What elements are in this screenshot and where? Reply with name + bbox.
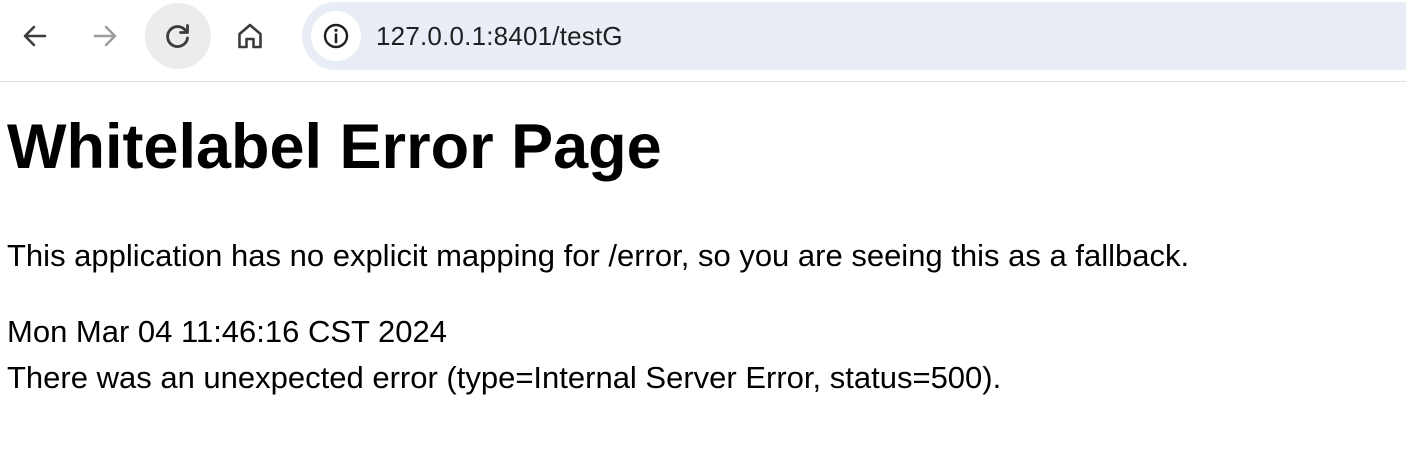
address-bar[interactable]: 127.0.0.1:8401/testG	[302, 2, 1406, 70]
url-text[interactable]: 127.0.0.1:8401/testG	[376, 2, 623, 70]
arrow-left-icon	[23, 25, 47, 47]
error-timestamp: Mon Mar 04 11:46:16 CST 2024	[7, 314, 448, 349]
error-detail: There was an unexpected error (type=Inte…	[7, 360, 1002, 395]
browser-toolbar: 127.0.0.1:8401/testG	[0, 0, 1406, 82]
info-circle-icon	[323, 23, 349, 49]
reload-icon	[166, 24, 189, 48]
error-explanation: This application has no explicit mapping…	[7, 238, 1190, 273]
site-info-button[interactable]	[311, 11, 361, 61]
forward-button[interactable]	[72, 3, 138, 69]
arrow-right-icon	[93, 25, 117, 47]
page-title: Whitelabel Error Page	[7, 112, 662, 182]
home-button[interactable]	[217, 3, 283, 69]
home-icon	[238, 23, 262, 49]
back-button[interactable]	[2, 3, 68, 69]
reload-button[interactable]	[145, 3, 211, 69]
